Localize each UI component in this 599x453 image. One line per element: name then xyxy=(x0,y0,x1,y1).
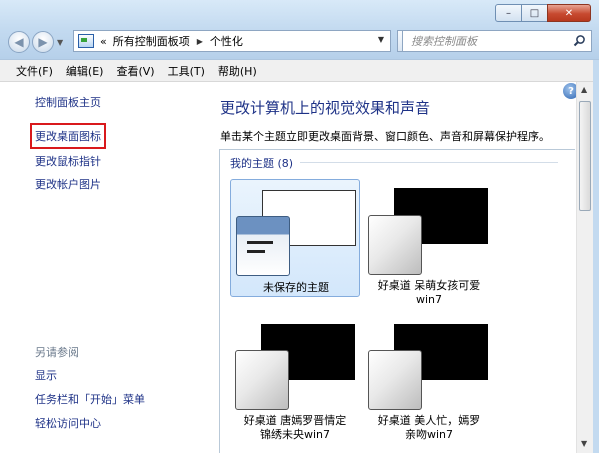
theme-window-preview xyxy=(236,216,290,276)
help-button[interactable]: ? xyxy=(563,83,576,99)
theme-window-preview xyxy=(235,350,289,410)
page-title: 更改计算机上的视觉效果和声音 xyxy=(220,99,431,117)
window-controls: – □ ✕ xyxy=(495,4,591,22)
see-also-link-display[interactable]: 显示 xyxy=(35,367,57,383)
scrollbar-thumb[interactable] xyxy=(579,101,591,211)
vertical-scrollbar[interactable]: ▲ ▼ xyxy=(576,82,593,453)
sidebar-link-control-panel-home[interactable]: 控制面板主页 xyxy=(35,94,101,110)
address-bar[interactable]: « 所有控制面板项 ▶ 个性化 ▼ xyxy=(73,30,391,52)
theme-label: 未保存的主题 xyxy=(263,281,329,294)
theme-label: 好桌道 唐嫣罗晋情定 xyxy=(243,414,347,427)
recent-pages-dropdown[interactable]: ▼ xyxy=(57,38,63,47)
menu-view[interactable]: 查看(V) xyxy=(116,63,154,79)
theme-label-line2: win7 xyxy=(415,293,443,306)
theme-window-preview xyxy=(368,215,422,275)
theme-label-line2: 锦绣未央win7 xyxy=(259,428,331,441)
control-panel-icon xyxy=(78,34,94,48)
theme-item-cute-girl[interactable]: 好桌道 呆萌女孩可爱 win7 xyxy=(364,179,494,306)
scroll-down-icon[interactable]: ▼ xyxy=(581,439,587,448)
close-button[interactable]: ✕ xyxy=(547,4,591,22)
address-dropdown-icon[interactable]: ▼ xyxy=(378,35,384,44)
breadcrumb: « 所有控制面板项 ▶ 个性化 xyxy=(100,33,243,49)
sidebar-link-change-desktop-icons[interactable]: 更改桌面图标 xyxy=(30,123,106,149)
main-content: ? 更改计算机上的视觉效果和声音 单击某个主题立即更改桌面背景、窗口颜色、声音和… xyxy=(204,82,576,453)
theme-item-beauty-kiss[interactable]: 好桌道 美人忙，嫣罗 亲吻win7 xyxy=(364,318,494,441)
breadcrumb-separator-icon[interactable]: ▶ xyxy=(197,37,203,46)
theme-label-line2: 亲吻win7 xyxy=(404,428,454,441)
sidebar-link-change-account-picture[interactable]: 更改帐户图片 xyxy=(35,176,101,192)
theme-item-unsaved[interactable]: 未保存的主题 xyxy=(230,179,360,297)
search-input[interactable]: 搜索控制面板 xyxy=(411,33,477,49)
theme-label: 好桌道 美人忙，嫣罗 xyxy=(377,414,481,427)
window-border xyxy=(593,60,599,453)
minimize-button[interactable]: – xyxy=(495,4,522,22)
see-also-link-taskbar-start-menu[interactable]: 任务栏和「开始」菜单 xyxy=(35,391,145,407)
title-bar: – □ ✕ ◀ ▶ ▼ « 所有控制面板项 ▶ 个性化 ▼ 搜索控制面板 xyxy=(0,0,599,60)
menu-file[interactable]: 文件(F) xyxy=(16,63,53,79)
search-box[interactable]: 搜索控制面板 xyxy=(402,30,592,52)
breadcrumb-overflow[interactable]: « xyxy=(100,35,107,48)
theme-group-header[interactable]: 我的主题 (8) xyxy=(230,155,293,171)
maximize-button[interactable]: □ xyxy=(521,4,548,22)
theme-window-preview xyxy=(368,350,422,410)
group-divider xyxy=(300,162,558,163)
menu-edit[interactable]: 编辑(E) xyxy=(66,63,104,79)
menu-tools[interactable]: 工具(T) xyxy=(168,63,205,79)
forward-button[interactable]: ▶ xyxy=(32,31,54,53)
menu-help[interactable]: 帮助(H) xyxy=(218,63,257,79)
breadcrumb-item-all-items[interactable]: 所有控制面板项 xyxy=(113,33,190,49)
scroll-up-icon[interactable]: ▲ xyxy=(581,85,587,94)
theme-item-tang-yan[interactable]: 好桌道 唐嫣罗晋情定 锦绣未央win7 xyxy=(230,318,360,441)
search-icon[interactable] xyxy=(573,34,586,47)
page-description: 单击某个主题立即更改桌面背景、窗口颜色、声音和屏幕保护程序。 xyxy=(220,130,550,143)
see-also-heading: 另请参阅 xyxy=(35,346,79,359)
see-also-link-ease-of-access[interactable]: 轻松访问中心 xyxy=(35,415,101,431)
theme-label: 好桌道 呆萌女孩可爱 xyxy=(377,279,481,292)
back-button[interactable]: ◀ xyxy=(8,31,30,53)
breadcrumb-item-personalization[interactable]: 个性化 xyxy=(210,33,243,49)
sidebar-link-change-mouse-pointers[interactable]: 更改鼠标指针 xyxy=(35,153,101,169)
menu-bar: 文件(F) 编辑(E) 查看(V) 工具(T) 帮助(H) xyxy=(0,60,599,82)
sidebar: 控制面板主页 更改桌面图标 更改鼠标指针 更改帐户图片 另请参阅 显示 任务栏和… xyxy=(0,82,204,453)
navigation-buttons: ◀ ▶ ▼ xyxy=(8,31,63,53)
